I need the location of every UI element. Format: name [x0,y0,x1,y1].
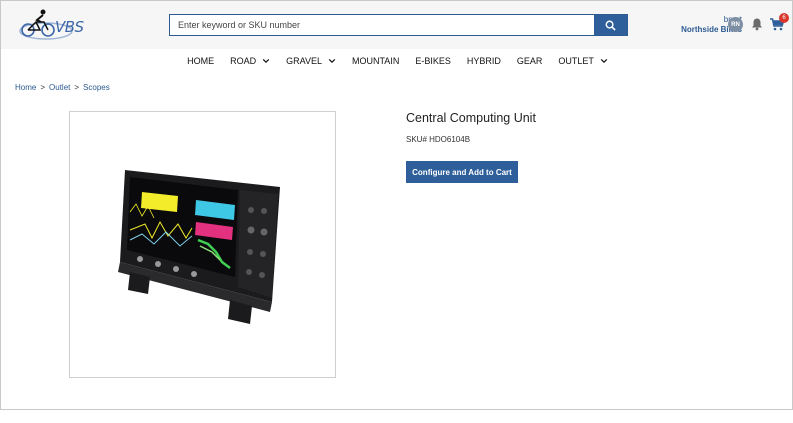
nav-item-label: HOME [187,56,215,66]
nav-item-e-bikes[interactable]: E-BIKES [415,56,451,66]
breadcrumb-link-home[interactable]: Home [15,83,36,92]
search-input[interactable] [170,15,594,35]
avatar[interactable]: RN [728,17,743,32]
nav-item-label: ROAD [230,56,257,66]
nav-item-hybrid[interactable]: HYBRID [467,56,501,66]
oscilloscope-image [118,170,280,324]
main-nav: HOME ROAD GRAVEL MOUNTAIN E-BIKES HYBRID GEAR O… [1,50,793,72]
nav-item-label: GRAVEL [286,56,322,66]
breadcrumb-link-scopes[interactable]: Scopes [83,83,110,92]
nav-item-gravel[interactable]: GRAVEL [286,56,336,66]
product-sku: SKU# HDO6104B [406,135,471,144]
chevron-down-icon [328,58,336,64]
breadcrumb-separator: > [74,83,80,92]
nav-item-road[interactable]: ROAD [230,56,270,66]
nav-item-mountain[interactable]: MOUNTAIN [352,56,399,66]
breadcrumb-separator: > [40,83,46,92]
product-image[interactable] [69,111,336,378]
search-button[interactable] [594,15,627,35]
breadcrumb-link-outlet[interactable]: Outlet [49,83,70,92]
configure-add-to-cart-button[interactable]: Configure and Add to Cart [406,161,518,183]
nav-item-outlet[interactable]: OUTLET [558,56,608,66]
chevron-down-icon [262,58,270,64]
nav-item-label: GEAR [516,56,543,66]
header: VBS bnort Northside Bikes RN [1,1,792,49]
chevron-down-icon [600,58,608,64]
brand-logo[interactable]: VBS [18,7,86,43]
product-title: Central Computing Unit [406,111,536,125]
cart-count-badge: 6 [779,13,789,23]
nav-item-gear[interactable]: GEAR [517,56,543,66]
nav-item-label: HYBRID [466,56,501,66]
nav-item-label: E-BIKES [415,56,451,66]
nav-item-label: OUTLET [558,56,594,66]
bell-icon[interactable] [750,17,764,31]
page-frame: VBS bnort Northside Bikes RN [0,0,793,410]
logo-text: VBS [55,18,84,36]
nav-item-home[interactable]: HOME [187,56,214,66]
breadcrumb: Home > Outlet > Scopes [15,83,110,92]
nav-item-label: MOUNTAIN [351,56,400,66]
search-icon [605,20,616,31]
search-bar [169,14,628,36]
